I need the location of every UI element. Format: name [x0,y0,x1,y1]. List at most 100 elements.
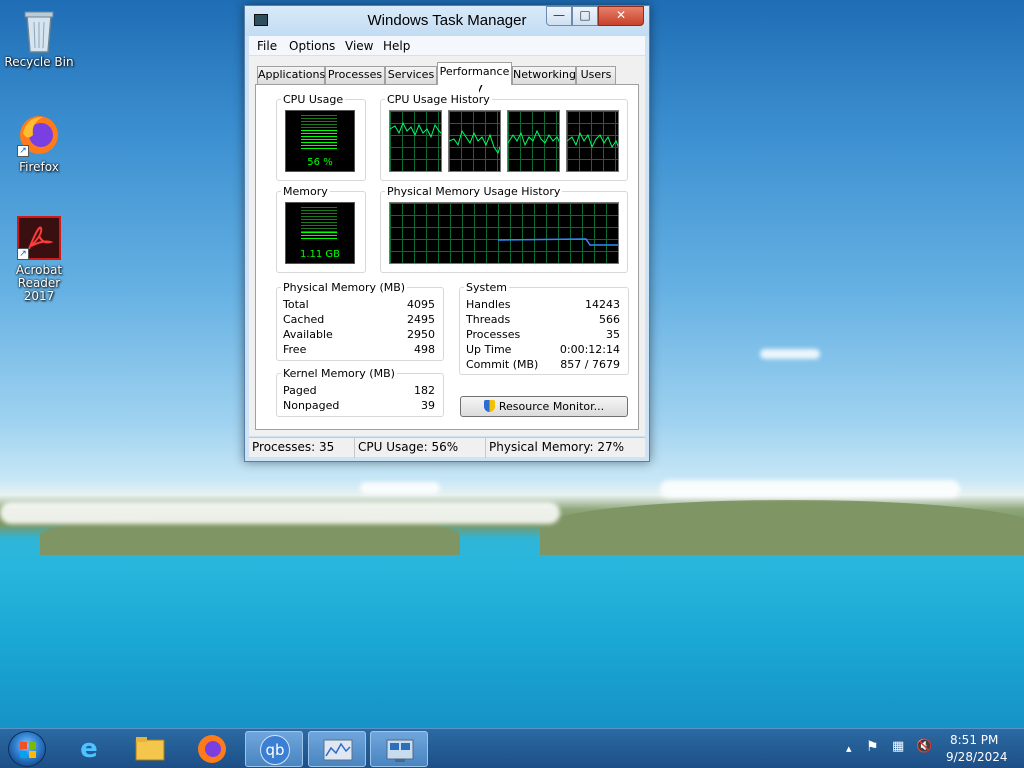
memory-label: Memory [281,185,330,198]
memory-history-label: Physical Memory Usage History [385,185,563,198]
tab-users[interactable]: Users [576,66,616,84]
desktop-icon-label: Recycle Bin [4,55,74,69]
status-physical-memory: Physical Memory: 27% [489,440,625,454]
cloud [760,349,820,359]
kernel-memory-label: Kernel Memory (MB) [281,367,397,380]
stat-key: Handles [466,298,511,311]
status-processes: Processes: 35 [249,438,355,458]
folder-icon [135,737,165,761]
stat-key: Up Time [466,343,512,356]
taskbar-qbittorrent[interactable]: qb [245,731,303,767]
cpu-meter-fill [301,130,337,149]
stat-value: 14243 [585,298,620,311]
cloud [660,480,960,498]
uac-shield-icon [483,400,495,412]
memory-history-line [497,238,618,246]
taskbar-file-explorer[interactable] [121,731,179,767]
tab-applications[interactable]: Applications [257,66,325,84]
client-area: Applications Processes Services Performa… [249,56,645,436]
stat-row-commit: Commit (MB) 857 / 7679 [460,358,628,373]
taskbar-firefox[interactable] [183,731,241,767]
network-icon[interactable]: ▦ [892,739,904,754]
stat-key: Cached [283,313,325,326]
performance-panel: CPU Usage 56 % CPU Usage History Memory [255,84,639,430]
desktop-icon-acrobat[interactable]: ↗ Acrobat Reader 2017 [1,216,77,303]
tab-networking[interactable]: Networking [512,66,576,84]
tab-performance[interactable]: Performance [437,62,512,85]
resource-monitor-label: Resource Monitor... [498,400,605,413]
menu-help[interactable]: Help [383,39,410,53]
cpu-history-line-4 [567,131,618,149]
cloud [360,482,440,494]
stat-value: 857 / 7679 [560,358,620,371]
stat-value: 182 [414,384,435,397]
resource-monitor-button[interactable]: Resource Monitor... [460,396,628,417]
volume-muted-icon[interactable]: 🔇 [916,739,932,754]
stat-row-handles: Handles 14243 [460,298,628,313]
memory-meter-fill [301,232,337,241]
cpu-history-line-2 [449,129,500,155]
stat-key: Nonpaged [283,399,340,412]
shortcut-arrow-icon: ↗ [17,145,29,157]
stat-row-total: Total 4095 [277,298,443,313]
stat-key: Commit (MB) [466,358,539,371]
title-bar[interactable]: Windows Task Manager — □ ✕ [245,6,649,36]
internet-explorer-icon: e [80,734,98,764]
stat-value: 39 [421,399,435,412]
show-hidden-icons-chevron[interactable]: ▴ [846,742,852,755]
taskbar-task-manager[interactable] [370,731,428,767]
stat-row-paged: Paged 182 [277,384,443,399]
stat-value: 4095 [407,298,435,311]
stat-value: 0:00:12:14 [559,343,620,356]
tab-processes[interactable]: Processes [325,66,385,84]
taskbar-internet-explorer[interactable]: e [60,731,118,767]
stat-row-free: Free 498 [277,343,443,358]
cpu-usage-meter: 56 % [285,110,355,172]
desktop-icon-label: Firefox [19,160,59,174]
clock-date[interactable]: 9/28/2024 [946,750,1008,764]
maximize-button[interactable]: □ [572,6,598,26]
action-center-flag-icon[interactable]: ⚑ [866,739,879,755]
stat-row-up-time: Up Time 0:00:12:14 [460,343,628,358]
menu-bar: File Options View Help [249,36,645,56]
tab-services[interactable]: Services [385,66,437,84]
cpu-history-group: CPU Usage History [380,93,628,181]
stat-row-cached: Cached 2495 [277,313,443,328]
menu-view[interactable]: View [345,39,373,53]
desktop-icon-firefox[interactable]: ↗ Firefox [1,113,77,174]
stat-key: Available [283,328,333,341]
stat-key: Total [283,298,309,311]
system-group: System Handles 14243 Threads 566 Processes… [459,281,629,375]
close-button[interactable]: ✕ [598,6,644,26]
stat-row-threads: Threads 566 [460,313,628,328]
stat-value: 35 [606,328,620,341]
shortcut-arrow-icon: ↗ [17,248,29,260]
desktop-icon-recycle-bin[interactable]: Recycle Bin [1,8,77,69]
cpu-history-graph-core-2 [448,110,501,172]
firefox-icon: ↗ [17,113,61,157]
taskbar-resource-monitor[interactable] [308,731,366,767]
cloud [0,502,560,524]
task-manager-window[interactable]: Windows Task Manager — □ ✕ File Options … [244,5,650,462]
hill-right [540,500,1024,555]
memory-group: Memory 1.11 GB [276,185,366,273]
menu-file[interactable]: File [257,39,277,53]
physical-memory-group: Physical Memory (MB) Total 4095 Cached 249… [276,281,444,361]
cpu-history-line-3 [508,129,559,147]
stat-value: 498 [414,343,435,356]
desktop-icon-label: Acrobat Reader 2017 [15,263,63,303]
minimize-button[interactable]: — [546,6,572,26]
acrobat-icon: ↗ [17,216,61,260]
status-bar: Processes: 35 CPU Usage: 56% Physical Me… [249,437,645,458]
cpu-history-graph-core-4 [566,110,619,172]
memory-history-group: Physical Memory Usage History [380,185,628,273]
menu-options[interactable]: Options [289,39,335,53]
cpu-history-graph-core-1 [389,110,442,172]
status-cpu-usage: CPU Usage: 56% [355,438,486,458]
memory-history-graph [389,202,619,264]
clock-time[interactable]: 8:51 PM [950,733,998,747]
physical-memory-label: Physical Memory (MB) [281,281,408,294]
stat-value: 2950 [407,328,435,341]
memory-meter: 1.11 GB [285,202,355,264]
start-button[interactable] [8,731,46,767]
